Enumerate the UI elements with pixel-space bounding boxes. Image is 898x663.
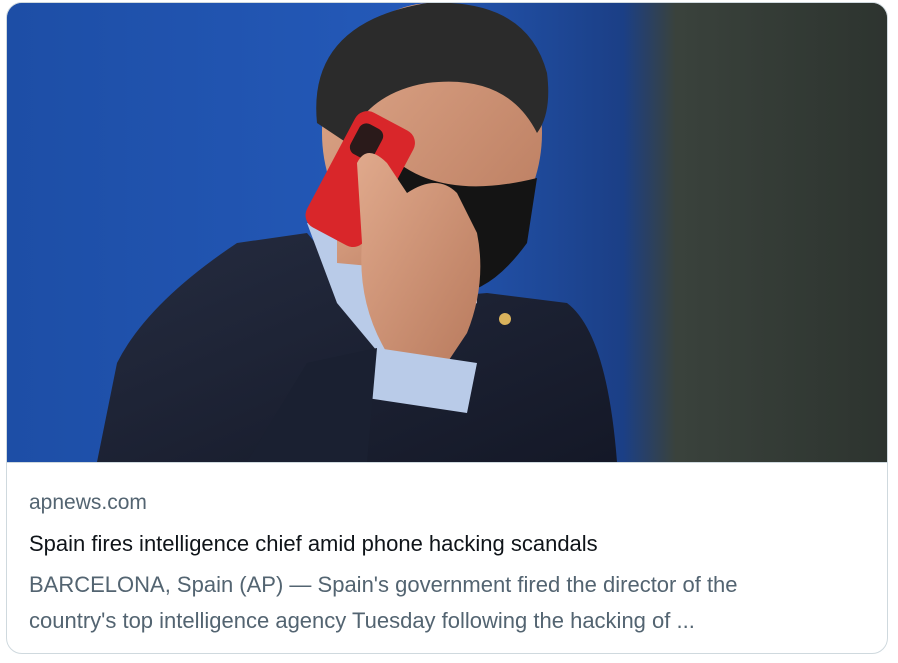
link-title[interactable]: Spain fires intelligence chief amid phon… [29,531,598,557]
description-line: country's top intelligence agency Tuesda… [29,608,695,633]
photo-illustration [7,3,887,462]
link-domain: apnews.com [29,491,147,514]
link-preview-card[interactable]: apnews.com Spain fires intelligence chie… [6,2,888,654]
article-photo[interactable] [7,3,887,463]
link-description: BARCELONA, Spain (AP) — Spain's governme… [29,567,879,639]
description-line: BARCELONA, Spain (AP) — Spain's governme… [29,572,738,597]
